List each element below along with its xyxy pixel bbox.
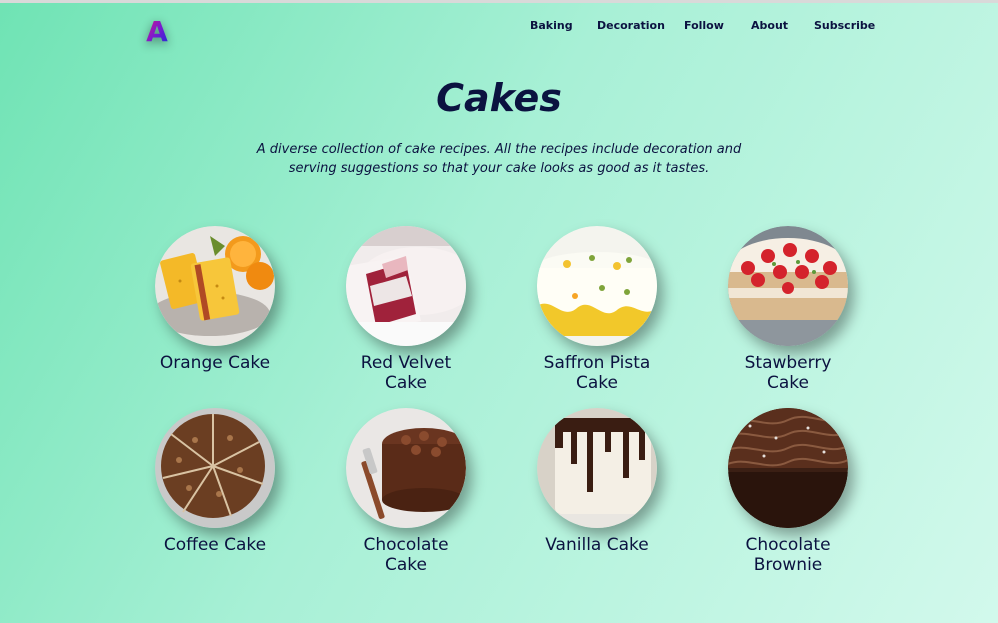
cake-card-coffee[interactable]: Coffee Cake (130, 408, 300, 555)
cake-card-strawberry[interactable]: Stawberry Cake (703, 226, 873, 393)
nav-decoration[interactable]: Decoration (597, 19, 665, 32)
saffron-pista-cake-photo[interactable] (537, 226, 657, 346)
cake-name: Coffee Cake (163, 535, 267, 555)
red-velvet-cake-photo[interactable] (346, 226, 466, 346)
top-border (0, 0, 998, 3)
cake-card-chocolate[interactable]: Chocolate Cake (321, 408, 491, 575)
orange-cake-photo[interactable] (155, 226, 275, 346)
strawberry-cake-photo[interactable] (728, 226, 848, 346)
page-subtitle: A diverse collection of cake recipes. Al… (256, 142, 742, 176)
cake-name: Red Velvet Cake (360, 353, 452, 393)
chocolate-cake-photo[interactable] (346, 408, 466, 528)
nav-about[interactable]: About (751, 19, 788, 32)
cake-name: Chocolate Brownie (745, 535, 831, 575)
cake-card-orange[interactable]: Orange Cake (130, 226, 300, 373)
cake-card-brownie[interactable]: Chocolate Brownie (703, 408, 873, 575)
cake-name: Saffron Pista Cake (543, 353, 651, 393)
chocolate-brownie-photo[interactable] (728, 408, 848, 528)
nav-follow[interactable]: Follow (684, 19, 724, 32)
nav-subscribe[interactable]: Subscribe (814, 19, 875, 32)
vanilla-cake-photo[interactable] (537, 408, 657, 528)
cake-name: Chocolate Cake (363, 535, 449, 575)
cake-name: Vanilla Cake (545, 535, 649, 555)
cake-card-vanilla[interactable]: Vanilla Cake (512, 408, 682, 555)
cake-name: Orange Cake (159, 353, 271, 373)
nav-baking[interactable]: Baking (530, 19, 573, 32)
cake-name: Stawberry Cake (744, 353, 832, 393)
coffee-cake-photo[interactable] (155, 408, 275, 528)
main-nav: Baking Decoration Follow About Subscribe (0, 19, 998, 35)
page-title: Cakes (436, 76, 562, 120)
cake-card-saffron-pista[interactable]: Saffron Pista Cake (512, 226, 682, 393)
cake-card-red-velvet[interactable]: Red Velvet Cake (321, 226, 491, 393)
